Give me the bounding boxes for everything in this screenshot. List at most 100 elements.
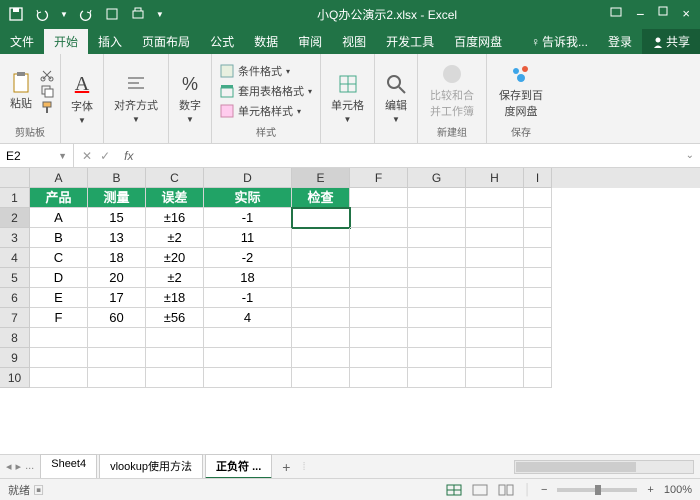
- column-header[interactable]: G: [408, 168, 466, 188]
- cancel-formula-icon[interactable]: ✕: [82, 149, 92, 163]
- cell[interactable]: [292, 228, 350, 248]
- cell[interactable]: [292, 288, 350, 308]
- cell[interactable]: [466, 228, 524, 248]
- tab-审阅[interactable]: 审阅: [288, 29, 332, 54]
- row-header[interactable]: 1: [0, 188, 30, 208]
- cell[interactable]: [524, 268, 552, 288]
- column-header[interactable]: H: [466, 168, 524, 188]
- cell[interactable]: [408, 248, 466, 268]
- number-button[interactable]: %数字▼: [175, 72, 205, 126]
- cell[interactable]: E: [30, 288, 88, 308]
- cell[interactable]: [466, 308, 524, 328]
- cell[interactable]: 18: [204, 268, 292, 288]
- sheet-nav-first-icon[interactable]: ◂: [6, 460, 12, 473]
- macro-record-icon[interactable]: ▣: [33, 485, 44, 497]
- cell[interactable]: [204, 368, 292, 388]
- sheet-nav-last-icon[interactable]: ▸: [16, 460, 22, 473]
- horizontal-scrollbar[interactable]: [514, 460, 694, 474]
- cell[interactable]: 15: [88, 208, 146, 228]
- cell[interactable]: ±2: [146, 268, 204, 288]
- cell[interactable]: [466, 368, 524, 388]
- new-sheet-button[interactable]: +: [274, 459, 298, 475]
- cell[interactable]: 18: [88, 248, 146, 268]
- cell[interactable]: ±2: [146, 228, 204, 248]
- sheet-list-icon[interactable]: ...: [25, 460, 34, 473]
- cell[interactable]: [524, 308, 552, 328]
- cell[interactable]: [88, 328, 146, 348]
- chevron-down-icon[interactable]: ▼: [58, 151, 67, 161]
- cell[interactable]: [524, 188, 552, 208]
- minimize-icon[interactable]: −: [636, 6, 644, 22]
- editing-button[interactable]: 编辑▼: [381, 71, 411, 126]
- cell[interactable]: [524, 208, 552, 228]
- row-header[interactable]: 10: [0, 368, 30, 388]
- copy-icon[interactable]: [40, 84, 54, 98]
- column-header[interactable]: I: [524, 168, 552, 188]
- cell[interactable]: [524, 228, 552, 248]
- page-layout-view-icon[interactable]: [472, 484, 488, 496]
- cell[interactable]: [408, 188, 466, 208]
- cell[interactable]: [408, 228, 466, 248]
- cell[interactable]: [350, 328, 408, 348]
- cell[interactable]: 11: [204, 228, 292, 248]
- cell[interactable]: [408, 208, 466, 228]
- cell[interactable]: 误差: [146, 188, 204, 208]
- cell[interactable]: 20: [88, 268, 146, 288]
- column-header[interactable]: C: [146, 168, 204, 188]
- format-as-table-button[interactable]: 套用表格格式▾: [218, 82, 314, 100]
- cell[interactable]: F: [30, 308, 88, 328]
- cell[interactable]: 4: [204, 308, 292, 328]
- tab-开始[interactable]: 开始: [44, 29, 88, 54]
- cell[interactable]: [350, 368, 408, 388]
- tab-文件[interactable]: 文件: [0, 29, 44, 54]
- ribbon-options-icon[interactable]: [610, 6, 622, 22]
- cell[interactable]: [350, 348, 408, 368]
- cell[interactable]: 测量: [88, 188, 146, 208]
- undo-dropdown-icon[interactable]: ▼: [60, 10, 68, 19]
- column-header[interactable]: A: [30, 168, 88, 188]
- font-button[interactable]: A字体▼: [67, 71, 97, 127]
- column-header[interactable]: D: [204, 168, 292, 188]
- cell[interactable]: [408, 328, 466, 348]
- cell[interactable]: -1: [204, 288, 292, 308]
- row-header[interactable]: 2: [0, 208, 30, 228]
- zoom-slider[interactable]: [557, 488, 637, 492]
- column-header[interactable]: E: [292, 168, 350, 188]
- cell[interactable]: [466, 268, 524, 288]
- name-box[interactable]: E2▼: [0, 144, 74, 167]
- row-header[interactable]: 9: [0, 348, 30, 368]
- cell[interactable]: [466, 348, 524, 368]
- select-all-corner[interactable]: [0, 168, 30, 188]
- cell[interactable]: [292, 248, 350, 268]
- fx-label[interactable]: fx: [118, 149, 139, 163]
- cell[interactable]: [292, 348, 350, 368]
- cell[interactable]: [204, 348, 292, 368]
- cell[interactable]: [350, 248, 408, 268]
- qat-dropdown-icon[interactable]: ▼: [156, 10, 164, 19]
- maximize-icon[interactable]: [658, 6, 668, 22]
- tab-插入[interactable]: 插入: [88, 29, 132, 54]
- cell[interactable]: 13: [88, 228, 146, 248]
- cell[interactable]: [146, 368, 204, 388]
- cell[interactable]: [146, 348, 204, 368]
- tell-me[interactable]: ♀告诉我...: [521, 29, 598, 54]
- cell[interactable]: ±18: [146, 288, 204, 308]
- cell[interactable]: [350, 288, 408, 308]
- cell[interactable]: C: [30, 248, 88, 268]
- cell[interactable]: [408, 268, 466, 288]
- cell[interactable]: [466, 188, 524, 208]
- cell[interactable]: [292, 308, 350, 328]
- cell[interactable]: [88, 368, 146, 388]
- tab-视图[interactable]: 视图: [332, 29, 376, 54]
- row-header[interactable]: 8: [0, 328, 30, 348]
- normal-view-icon[interactable]: [446, 484, 462, 496]
- align-button[interactable]: 对齐方式▼: [110, 71, 162, 126]
- row-header[interactable]: 4: [0, 248, 30, 268]
- cell[interactable]: ±20: [146, 248, 204, 268]
- cell[interactable]: [350, 188, 408, 208]
- cell[interactable]: [292, 208, 350, 228]
- cell[interactable]: 60: [88, 308, 146, 328]
- zoom-level[interactable]: 100%: [664, 484, 692, 496]
- cells-button[interactable]: 单元格▼: [327, 71, 368, 126]
- column-header[interactable]: B: [88, 168, 146, 188]
